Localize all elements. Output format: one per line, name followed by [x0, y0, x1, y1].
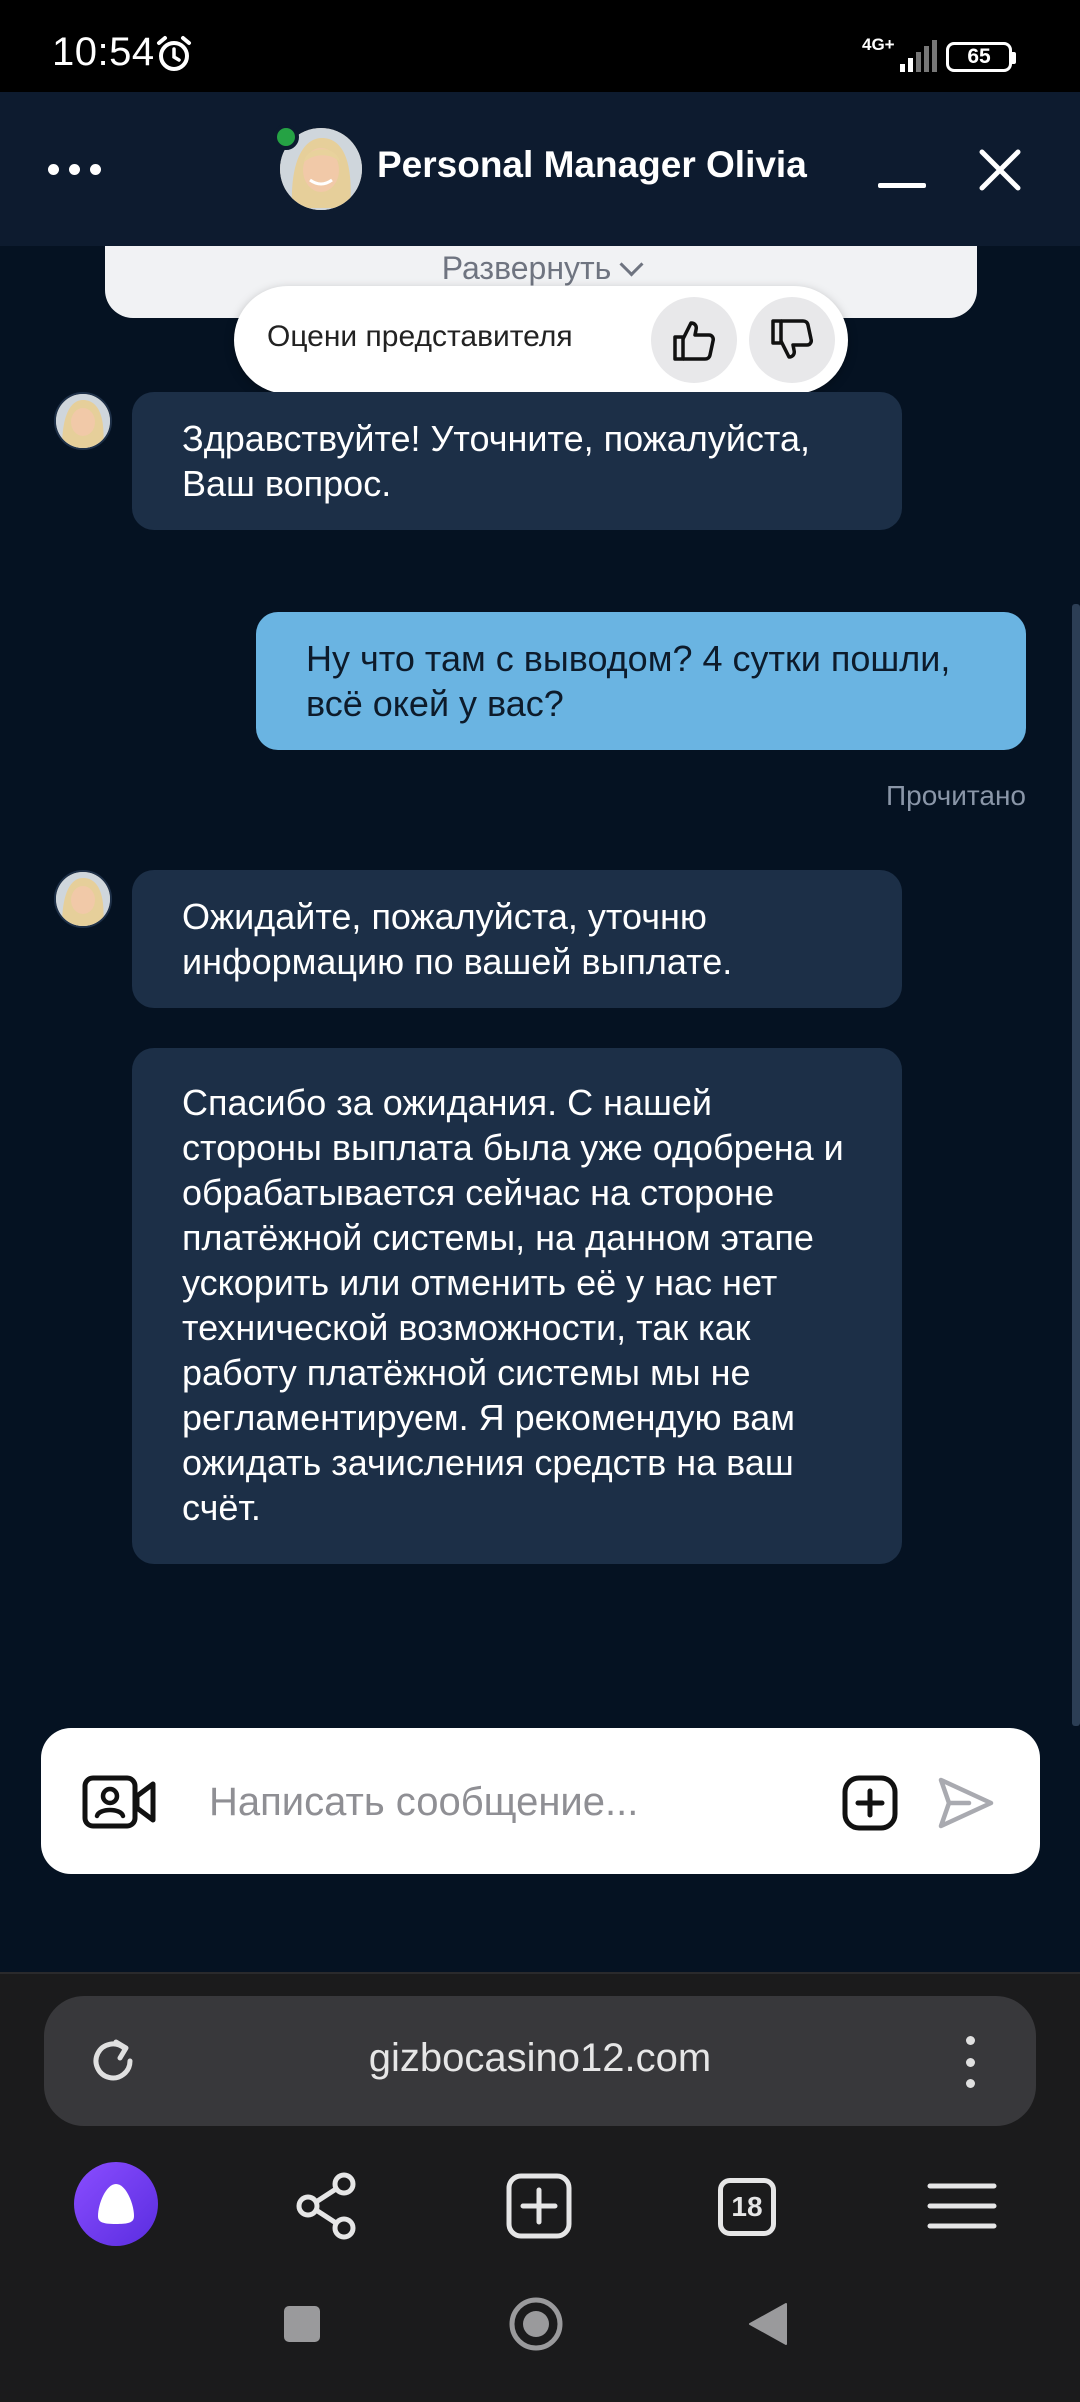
operator-message: Спасибо за ожидания. С нашей стороны вып… — [132, 1048, 902, 1564]
expand-button[interactable]: Развернуть — [105, 250, 977, 287]
network-type: 4G+ — [862, 35, 895, 54]
operator-message: Ожидайте, пожалуйста, уточню информацию … — [132, 870, 902, 1008]
battery-level: 65 — [967, 45, 991, 68]
hamburger-menu-icon[interactable] — [920, 2164, 1004, 2248]
chat-title: Personal Manager Olivia — [377, 144, 807, 185]
address-bar[interactable]: gizbocasino12.com — [44, 1996, 1036, 2126]
status-bar: 10:54 4G+ 65 — [0, 0, 1080, 92]
alarm-icon — [157, 36, 191, 71]
thumbs-down-button[interactable] — [749, 297, 835, 383]
rating-prompt: Оцени представителя — [234, 286, 848, 394]
attach-plus-icon[interactable] — [841, 1774, 899, 1832]
tabs-icon[interactable]: 18 — [718, 2178, 776, 2236]
alice-assistant-button[interactable] — [74, 2162, 158, 2246]
home-icon[interactable] — [508, 2296, 564, 2352]
operator-avatar — [54, 870, 112, 928]
battery-icon: 65 — [946, 42, 1012, 72]
tab-count: 18 — [731, 2191, 763, 2222]
minimize-button[interactable] — [874, 152, 930, 192]
thumbs-down-icon — [771, 319, 813, 359]
video-call-icon[interactable] — [81, 1772, 157, 1832]
message-composer — [41, 1728, 1040, 1874]
chat-scrollbar[interactable] — [1072, 604, 1080, 1726]
chat-header: Personal Manager Olivia — [0, 92, 1080, 246]
share-icon[interactable] — [286, 2164, 370, 2248]
browser-toolbar: gizbocasino12.com 18 — [0, 1972, 1080, 2402]
new-tab-icon[interactable] — [497, 2164, 581, 2248]
online-status-indicator — [273, 124, 299, 150]
thumbs-up-button[interactable] — [651, 297, 737, 383]
expand-label: Развернуть — [441, 250, 612, 286]
url-text[interactable]: gizbocasino12.com — [44, 2036, 1036, 2081]
menu-dots-icon[interactable] — [962, 2036, 978, 2088]
battery-tip — [1011, 52, 1016, 64]
send-icon[interactable] — [937, 1776, 995, 1830]
thumbs-up-icon — [673, 321, 715, 361]
close-icon[interactable] — [976, 146, 1024, 194]
signal-icon — [900, 40, 937, 72]
alice-icon — [98, 2184, 134, 2224]
recent-apps-icon[interactable] — [282, 2304, 322, 2344]
message-input[interactable] — [209, 1776, 809, 1828]
status-time: 10:54 — [52, 30, 155, 74]
back-icon[interactable] — [746, 2300, 790, 2348]
operator-message: Здравствуйте! Уточните, пожалуйста, Ваш … — [132, 392, 902, 530]
operator-avatar — [54, 392, 112, 450]
more-icon[interactable] — [48, 154, 112, 184]
user-message: Ну что там с выводом? 4 сутки пошли, всё… — [256, 612, 1026, 750]
rating-label: Оцени представителя — [267, 320, 573, 353]
read-status: Прочитано — [886, 780, 1026, 811]
chevron-down-icon — [619, 252, 644, 277]
